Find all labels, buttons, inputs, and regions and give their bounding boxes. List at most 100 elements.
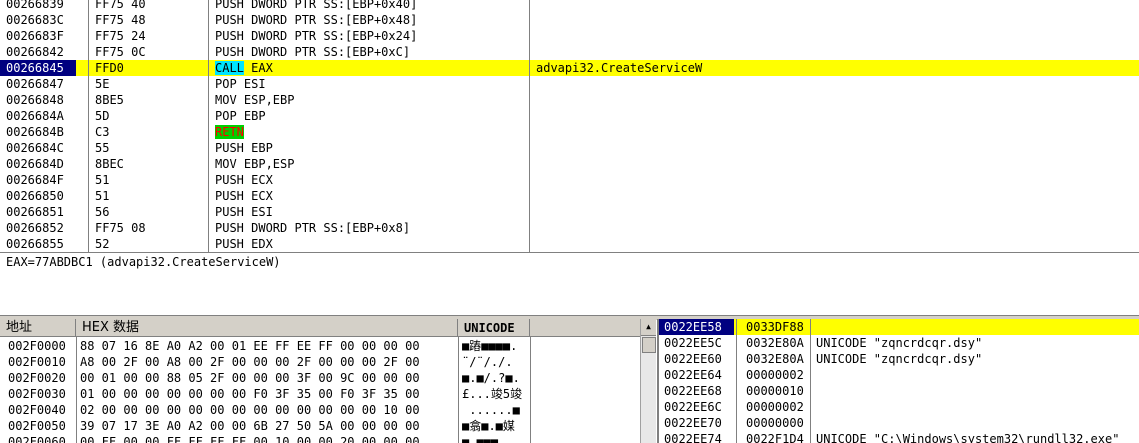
stack-address: 0022EE5C xyxy=(664,336,722,350)
disasm-row[interactable]: 00266850 51 PUSH ECX xyxy=(0,188,1139,204)
dump-unicode: ¨/¨/./. xyxy=(462,355,513,369)
stack-value: 0032E80A xyxy=(746,352,804,366)
disasm-mnemonic: PUSH xyxy=(215,29,244,43)
disasm-address: 00266847 xyxy=(6,77,64,91)
dump-row[interactable]: 002F0020 00 01 00 00 88 05 2F 00 00 00 3F… xyxy=(0,370,640,386)
disasm-row[interactable]: 0026684C 55 PUSH EBP xyxy=(0,140,1139,156)
scroll-up-arrow-icon[interactable]: ▲ xyxy=(641,319,656,336)
disasm-row[interactable]: 00266847 5E POP ESI xyxy=(0,76,1139,92)
disasm-address: 0026683F xyxy=(6,29,64,43)
stack-comment xyxy=(816,399,1139,415)
disasm-instruction: CALL EAX xyxy=(215,60,525,76)
stack-address: 0022EE6C xyxy=(664,400,722,414)
disasm-address: 00266842 xyxy=(6,45,64,59)
disasm-instruction: PUSH ECX xyxy=(215,172,525,188)
disasm-hex: 5E xyxy=(95,77,110,91)
disasm-instruction: PUSH DWORD PTR SS:[EBP+0xC] xyxy=(215,44,525,60)
disasm-hex: C3 xyxy=(95,125,110,139)
dump-hex-bytes: 01 00 00 00 00 00 00 00 F0 3F 35 00 F0 3… xyxy=(80,387,420,401)
dump-address: 002F0010 xyxy=(8,355,66,369)
disasm-mnemonic: PUSH xyxy=(215,189,244,203)
stack-row[interactable]: 0022EE64 00000002 xyxy=(659,367,1139,383)
disasm-row[interactable]: 00266851 56 PUSH ESI xyxy=(0,204,1139,220)
stack-comment xyxy=(816,367,1139,383)
dump-hex-bytes: 88 07 16 8E A0 A2 00 01 EE FF EE FF 00 0… xyxy=(80,339,420,353)
disasm-operands: ESP,EBP xyxy=(236,93,295,107)
disasm-comment xyxy=(536,44,1136,60)
dump-unicode: ■.■/.?■. xyxy=(462,371,520,385)
stack-row-selected[interactable]: 0022EE58 0033DF88 xyxy=(659,319,1139,335)
disasm-comment xyxy=(536,92,1136,108)
dump-unicode: ......■ xyxy=(462,403,520,417)
memory-dump-pane[interactable]: 地址 HEX 数据 UNICODE 002F0000 88 07 16 8E A0… xyxy=(0,319,656,443)
disassembly-pane[interactable]: 00266839 FF75 40 PUSH DWORD PTR SS:[EBP+0x… xyxy=(0,0,1139,252)
dump-header-address[interactable]: 地址 xyxy=(0,319,76,337)
disasm-row[interactable]: 00266839 FF75 40 PUSH DWORD PTR SS:[EBP+0x… xyxy=(0,0,1139,12)
disasm-instruction: POP EBP xyxy=(215,108,525,124)
disasm-mnemonic: PUSH xyxy=(215,13,244,27)
disasm-row[interactable]: 00266852 FF75 08 PUSH DWORD PTR SS:[EBP+0x… xyxy=(0,220,1139,236)
dump-scrollbar[interactable]: ▲ xyxy=(640,319,656,443)
stack-row[interactable]: 0022EE70 00000000 xyxy=(659,415,1139,431)
dump-unicode: £...竣5竣 xyxy=(462,387,523,401)
disasm-instruction: PUSH ECX xyxy=(215,188,525,204)
disasm-hex: FF75 48 xyxy=(95,13,146,27)
disasm-comment xyxy=(536,156,1136,172)
stack-row[interactable]: 0022EE60 0032E80A UNICODE "zqncrdcqr.dsy" xyxy=(659,351,1139,367)
disasm-row[interactable]: 00266855 52 PUSH EDX xyxy=(0,236,1139,252)
disasm-address: 00266851 xyxy=(6,205,64,219)
disasm-mnemonic: PUSH xyxy=(215,237,244,251)
stack-row[interactable]: 0022EE68 00000010 xyxy=(659,383,1139,399)
stack-pane[interactable]: 0022EE58 0033DF88 0022EE5C 0032E80A UNICODE … xyxy=(657,319,1139,443)
dump-unicode: ■蹖■■■■. xyxy=(462,339,518,353)
disasm-comment xyxy=(536,220,1136,236)
disasm-operands: DWORD PTR SS:[EBP+0xC] xyxy=(243,45,411,59)
stack-comment: UNICODE "zqncrdcqr.dsy" xyxy=(816,352,983,366)
dump-hex-bytes: 02 00 00 00 00 00 00 00 00 00 00 00 00 0… xyxy=(80,403,420,417)
stack-address: 0022EE64 xyxy=(664,368,722,382)
dump-row[interactable]: 002F0030 01 00 00 00 00 00 00 00 F0 3F 35… xyxy=(0,386,640,402)
stack-comment: UNICODE "zqncrdcqr.dsy" xyxy=(816,336,983,350)
disasm-row[interactable]: 0026684B C3 RETN xyxy=(0,124,1139,140)
dump-row[interactable]: 002F0040 02 00 00 00 00 00 00 00 00 00 00… xyxy=(0,402,640,418)
dump-header-filler xyxy=(530,319,640,337)
disasm-instruction: MOV ESP,EBP xyxy=(215,92,525,108)
disasm-operands: ECX xyxy=(243,173,273,187)
dump-address: 002F0060 xyxy=(8,435,66,443)
column-divider-address xyxy=(88,0,89,252)
disasm-address: 00266839 xyxy=(6,0,64,11)
disasm-row[interactable]: 0026683C FF75 48 PUSH DWORD PTR SS:[EBP+0x… xyxy=(0,12,1139,28)
disasm-address: 00266845 xyxy=(0,60,76,76)
dump-address: 002F0000 xyxy=(8,339,66,353)
disasm-row[interactable]: 00266848 8BE5 MOV ESP,EBP xyxy=(0,92,1139,108)
disasm-row[interactable]: 0026684D 8BEC MOV EBP,ESP xyxy=(0,156,1139,172)
disasm-hex: 51 xyxy=(95,173,110,187)
disasm-comment xyxy=(536,188,1136,204)
disasm-instruction: PUSH DWORD PTR SS:[EBP+0x24] xyxy=(215,28,525,44)
stack-address: 0022EE68 xyxy=(664,384,722,398)
disasm-operands: DWORD PTR SS:[EBP+0x48] xyxy=(243,13,418,27)
disasm-mnemonic: PUSH xyxy=(215,141,244,155)
disasm-row[interactable]: 0026684F 51 PUSH ECX xyxy=(0,172,1139,188)
dump-row[interactable]: 002F0010 A8 00 2F 00 A8 00 2F 00 00 00 2F… xyxy=(0,354,640,370)
dump-header-unicode[interactable]: UNICODE xyxy=(458,319,530,337)
stack-row[interactable]: 0022EE5C 0032E80A UNICODE "zqncrdcqr.dsy" xyxy=(659,335,1139,351)
scroll-thumb[interactable] xyxy=(642,337,656,353)
stack-row[interactable]: 0022EE6C 00000002 xyxy=(659,399,1139,415)
dump-row[interactable]: 002F0000 88 07 16 8E A0 A2 00 01 EE FF EE… xyxy=(0,338,640,354)
dump-unicode: ■.■■■... xyxy=(462,435,520,443)
disasm-hex: FF75 0C xyxy=(95,45,146,59)
disasm-comment xyxy=(536,124,1136,140)
dump-row[interactable]: 002F0060 00 FF 00 00 FF FF FF FF 00 10 00… xyxy=(0,434,640,443)
disasm-row[interactable]: 0026683F FF75 24 PUSH DWORD PTR SS:[EBP+0x… xyxy=(0,28,1139,44)
stack-row[interactable]: 0022EE74 0022F1D4 UNICODE "C:\Windows\syst… xyxy=(659,431,1139,443)
disasm-row-selected[interactable]: 00266845 FFD0 CALL EAX advapi32.CreateServi… xyxy=(0,60,1139,76)
dump-row[interactable]: 002F0050 39 07 17 3E A0 A2 00 00 6B 27 50… xyxy=(0,418,640,434)
disasm-row[interactable]: 00266842 FF75 0C PUSH DWORD PTR SS:[EBP+0x… xyxy=(0,44,1139,60)
dump-header-hex[interactable]: HEX 数据 xyxy=(76,319,458,337)
disasm-address: 0026684A xyxy=(6,109,64,123)
disasm-row[interactable]: 0026684A 5D POP EBP xyxy=(0,108,1139,124)
info-text: EAX=77ABDBC1 (advapi32.CreateServiceW) xyxy=(6,255,281,269)
stack-value: 0032E80A xyxy=(746,336,804,350)
info-pane[interactable]: EAX=77ABDBC1 (advapi32.CreateServiceW) xyxy=(0,252,1139,319)
